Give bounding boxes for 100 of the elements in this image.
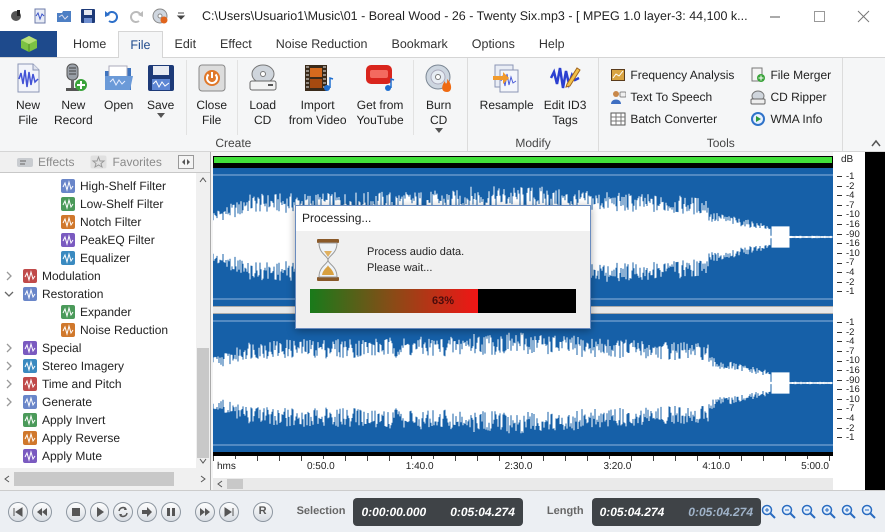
scroll-arrows-icon[interactable] bbox=[178, 155, 194, 169]
tick-mark bbox=[837, 290, 842, 294]
tree-item[interactable]: Special bbox=[42, 339, 82, 357]
tree-item[interactable]: Modulation bbox=[42, 267, 101, 285]
tree-item[interactable]: Expander bbox=[80, 303, 132, 321]
transport-button[interactable] bbox=[90, 502, 110, 522]
scroll-thumb[interactable] bbox=[227, 479, 243, 489]
horizontal-scrollbar[interactable] bbox=[213, 478, 833, 490]
tool-button[interactable]: Batch Converter bbox=[606, 108, 738, 130]
ribbon-tab[interactable]: Bookmark bbox=[380, 31, 460, 57]
vertical-scrollbar[interactable] bbox=[196, 173, 210, 468]
tree-item[interactable]: Apply Reverse bbox=[42, 429, 120, 447]
time-display: 0:00:00.000 0:05:04.274 bbox=[353, 498, 523, 526]
chevron-icon[interactable] bbox=[4, 397, 14, 407]
tree-item[interactable]: Apply Mute bbox=[42, 447, 102, 465]
tree-item[interactable]: PeakEQ Filter bbox=[80, 231, 155, 249]
db-label: -4 bbox=[846, 268, 854, 278]
transport-button[interactable] bbox=[161, 502, 182, 522]
ribbon-tab[interactable]: Home bbox=[61, 31, 118, 57]
ribbon-button[interactable]: Load CD bbox=[242, 60, 284, 135]
zoom-in-icon[interactable] bbox=[841, 504, 858, 520]
grid-icon bbox=[610, 111, 626, 127]
db-label: -7 bbox=[846, 404, 854, 414]
ribbon-tab[interactable]: Noise Reduction bbox=[264, 31, 380, 57]
scroll-right-icon[interactable] bbox=[200, 475, 206, 483]
transport-button[interactable] bbox=[195, 502, 215, 522]
scroll-down-icon[interactable] bbox=[199, 458, 207, 464]
effect-icon bbox=[22, 448, 38, 464]
effect-icon bbox=[60, 178, 76, 194]
tree-item[interactable]: Equalizer bbox=[80, 249, 130, 267]
tick-mark bbox=[837, 360, 842, 363]
tool-button[interactable]: File Merger bbox=[746, 64, 836, 86]
ribbon-button[interactable]: Get from YouTube bbox=[352, 60, 409, 135]
document-waveform-icon[interactable] bbox=[32, 8, 48, 24]
scroll-left-icon[interactable] bbox=[4, 475, 10, 483]
chevron-icon[interactable] bbox=[4, 343, 14, 353]
ribbon-button[interactable]: Burn CD bbox=[418, 60, 460, 135]
transport-button[interactable] bbox=[218, 502, 239, 522]
tree-item[interactable]: Notch Filter bbox=[80, 213, 142, 231]
scroll-thumb[interactable] bbox=[197, 348, 209, 458]
ribbon-button[interactable]: Import from Video bbox=[284, 60, 352, 135]
cube-icon bbox=[20, 35, 38, 53]
chevron-icon[interactable] bbox=[4, 379, 14, 389]
collapse-ribbon-icon[interactable] bbox=[871, 139, 881, 147]
transport-button[interactable] bbox=[32, 502, 52, 522]
chevron-icon[interactable] bbox=[4, 361, 14, 371]
tick-mark bbox=[837, 350, 842, 354]
close-icon[interactable] bbox=[856, 8, 870, 24]
tick-mark bbox=[837, 175, 842, 178]
arrow-right-icon bbox=[140, 504, 154, 518]
application-menu-button[interactable] bbox=[0, 31, 57, 57]
ribbon-tab[interactable]: Edit bbox=[162, 31, 208, 57]
tree-item[interactable]: Generate bbox=[42, 393, 92, 411]
ribbon-button[interactable]: New Record bbox=[49, 60, 98, 135]
undo-icon[interactable] bbox=[104, 8, 120, 24]
ribbon-button[interactable]: Close File bbox=[190, 60, 233, 135]
tool-button[interactable]: Frequency Analysis bbox=[606, 64, 738, 86]
record-button[interactable]: R bbox=[252, 502, 273, 522]
ribbon-button[interactable]: New File bbox=[7, 60, 49, 135]
tree-item[interactable]: Low-Shelf Filter bbox=[80, 195, 164, 213]
disc-icon[interactable] bbox=[152, 8, 168, 24]
tool-button[interactable]: WMA Info bbox=[746, 108, 836, 130]
tick-mark bbox=[837, 340, 842, 344]
tick-mark bbox=[837, 232, 842, 236]
star-icon bbox=[90, 155, 108, 169]
tool-button[interactable]: CD Ripper bbox=[746, 86, 836, 108]
effect-icon bbox=[60, 250, 76, 266]
db-label: -4 bbox=[846, 414, 854, 424]
transport-button[interactable] bbox=[113, 502, 134, 522]
ribbon-button[interactable]: Resample bbox=[474, 60, 539, 135]
tree-item[interactable]: Restoration bbox=[42, 285, 104, 303]
dialog-title: Processing... bbox=[296, 206, 590, 231]
chevron-icon[interactable] bbox=[4, 289, 14, 299]
horizontal-scrollbar[interactable] bbox=[0, 468, 210, 490]
maximize-icon[interactable] bbox=[812, 8, 826, 24]
disc-drive-icon bbox=[750, 89, 766, 105]
transport-button[interactable] bbox=[8, 502, 28, 522]
tool-button[interactable]: Text To Speech bbox=[606, 86, 738, 108]
chevron-icon[interactable] bbox=[4, 271, 14, 281]
ribbon-button[interactable]: Save bbox=[140, 60, 182, 135]
tick-mark bbox=[837, 214, 842, 217]
folder-icon[interactable] bbox=[56, 8, 72, 24]
zoom-in-icon[interactable] bbox=[761, 504, 778, 520]
tree-item[interactable]: High-Shelf Filter bbox=[80, 177, 166, 195]
ribbon-tab[interactable]: Options bbox=[460, 31, 527, 57]
tree-item[interactable]: Time and Pitch bbox=[42, 375, 122, 393]
db-label: -10 bbox=[846, 356, 860, 366]
transport-button[interactable] bbox=[66, 502, 86, 522]
ribbon-button[interactable]: Open bbox=[98, 60, 140, 135]
ribbon-tab[interactable]: Effect bbox=[208, 31, 264, 57]
tree-item[interactable]: Apply Invert bbox=[42, 411, 106, 429]
scroll-left-icon[interactable] bbox=[217, 480, 223, 488]
scroll-thumb[interactable] bbox=[14, 472, 174, 486]
tree-item[interactable]: Noise Reduction bbox=[80, 321, 168, 339]
ribbon-tab[interactable]: File bbox=[118, 31, 162, 58]
scroll-up-icon[interactable] bbox=[199, 177, 207, 183]
transport-button[interactable] bbox=[137, 502, 158, 522]
ribbon-button[interactable]: Edit ID3 Tags bbox=[538, 60, 592, 135]
tree-item[interactable]: Stereo Imagery bbox=[42, 357, 124, 375]
ribbon-tab[interactable]: Help bbox=[526, 31, 577, 57]
